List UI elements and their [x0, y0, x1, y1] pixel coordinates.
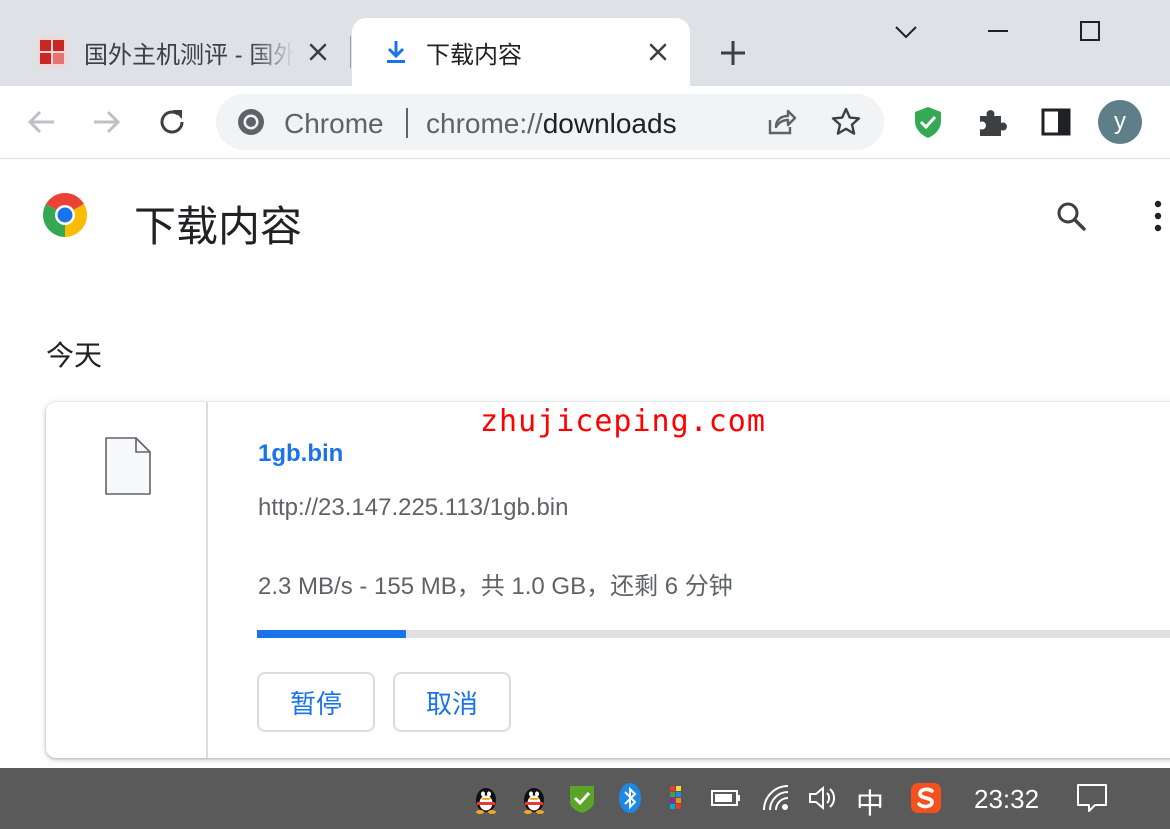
- security-check-icon[interactable]: [566, 782, 598, 814]
- omnibox-site-label: Chrome: [284, 108, 384, 139]
- qq-penguin-icon[interactable]: [470, 782, 502, 814]
- omnibox-url[interactable]: chrome://downloads: [426, 108, 677, 140]
- more-vertical-icon[interactable]: [1152, 199, 1164, 233]
- taskbar: 中 23:32: [0, 768, 1170, 829]
- date-section-label: 今天: [46, 340, 103, 371]
- forward-arrow-icon[interactable]: [88, 104, 124, 140]
- toolbar: Chrome chrome://downloads y: [0, 86, 1170, 159]
- close-icon[interactable]: [306, 40, 330, 64]
- share-icon[interactable]: [766, 106, 798, 138]
- search-icon[interactable]: [1054, 199, 1088, 233]
- site-favicon-icon: [36, 36, 68, 68]
- taskbar-clock[interactable]: 23:32: [974, 784, 1039, 815]
- avatar[interactable]: y: [1098, 100, 1142, 144]
- tab-divider: [350, 36, 351, 68]
- tab-active[interactable]: 下载内容: [352, 18, 690, 86]
- notification-icon[interactable]: [1076, 782, 1108, 814]
- volume-icon[interactable]: [806, 782, 838, 814]
- chrome-logo-icon: [42, 192, 88, 238]
- maximize-icon[interactable]: [1074, 16, 1106, 48]
- omnibox-separator: [406, 108, 408, 138]
- minimize-icon[interactable]: [982, 16, 1014, 48]
- cancel-button[interactable]: 取消: [393, 672, 511, 732]
- omnibox[interactable]: Chrome chrome://downloads: [216, 94, 884, 150]
- tab-inactive[interactable]: 国外主机测评 - 国外: [0, 18, 350, 86]
- chevron-down-icon[interactable]: [890, 16, 922, 48]
- qq-penguin-icon[interactable]: [518, 782, 550, 814]
- tab-strip: 国外主机测评 - 国外 下载内容: [0, 0, 1170, 86]
- watermark-text: zhujiceping.com: [480, 404, 766, 439]
- shield-check-icon[interactable]: [910, 104, 946, 140]
- page-header: 下载内容: [0, 159, 1170, 269]
- card-divider: [206, 402, 208, 758]
- download-icon: [382, 38, 410, 66]
- download-file-name-link[interactable]: 1gb.bin: [258, 440, 343, 468]
- file-icon: [104, 436, 152, 496]
- tab-title: 下载内容: [426, 41, 522, 69]
- sogou-ime-icon[interactable]: [910, 782, 942, 814]
- download-progress-bar: [257, 630, 1170, 638]
- pause-button[interactable]: 暂停: [257, 672, 375, 732]
- tab-title: 国外主机测评 - 国外: [84, 41, 294, 69]
- page-title: 下载内容: [134, 203, 303, 250]
- plus-icon[interactable]: [718, 38, 748, 68]
- color-grid-icon[interactable]: [662, 782, 694, 814]
- bluetooth-icon[interactable]: [614, 782, 646, 814]
- reload-icon[interactable]: [154, 104, 190, 140]
- url-host: downloads: [542, 108, 677, 139]
- download-item-card: 1gb.bin http://23.147.225.113/1gb.bin 2.…: [46, 402, 1170, 758]
- url-scheme: chrome://: [426, 108, 543, 139]
- close-icon[interactable]: [646, 40, 670, 64]
- chrome-logo-icon: [236, 107, 266, 137]
- wifi-icon[interactable]: [760, 782, 792, 814]
- battery-icon[interactable]: [710, 782, 742, 814]
- back-arrow-icon[interactable]: [24, 104, 60, 140]
- ime-indicator[interactable]: 中: [856, 782, 884, 822]
- download-source-url[interactable]: http://23.147.225.113/1gb.bin: [258, 494, 569, 522]
- download-progress-fill: [257, 630, 406, 638]
- star-icon[interactable]: [830, 106, 862, 138]
- side-panel-icon[interactable]: [1038, 104, 1074, 140]
- download-status-text: 2.3 MB/s - 155 MB，共 1.0 GB，还剩 6 分钟: [258, 573, 733, 600]
- puzzle-icon[interactable]: [974, 104, 1010, 140]
